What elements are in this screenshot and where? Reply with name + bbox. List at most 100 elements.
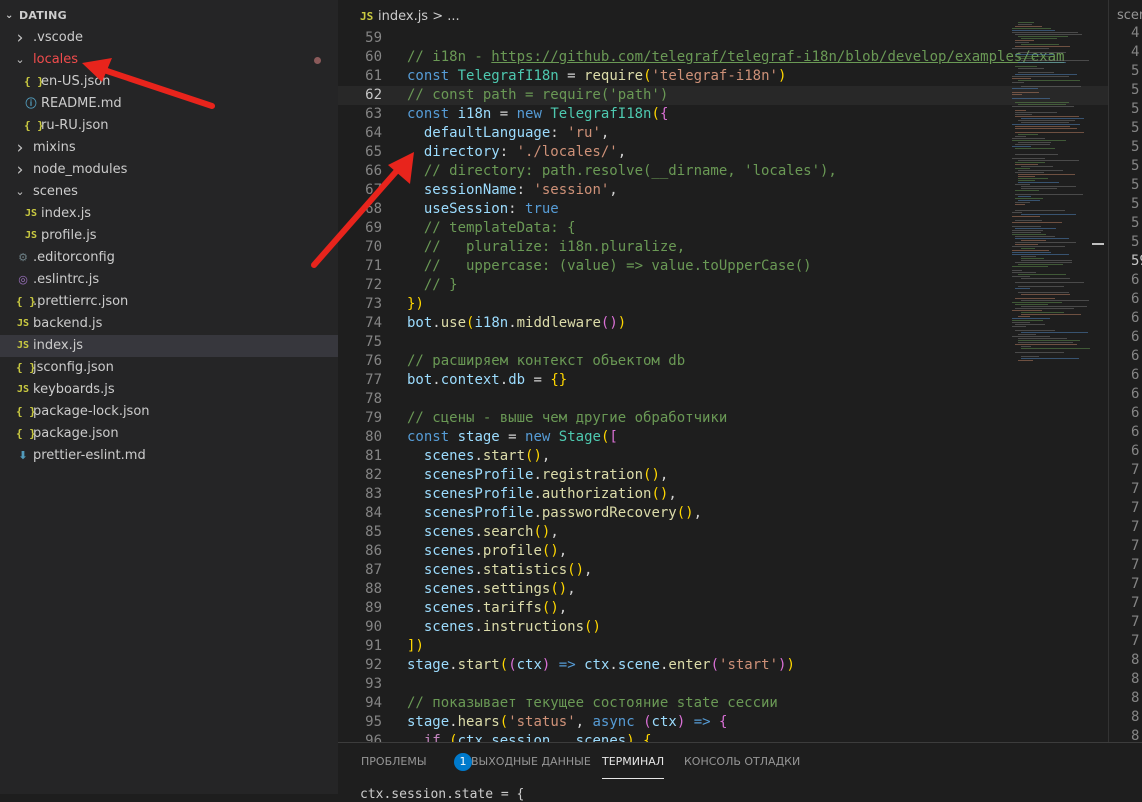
code-text[interactable]: directory: './locales/', xyxy=(407,143,626,162)
code-line[interactable]: 75 xyxy=(338,333,1108,352)
panel-tab[interactable]: КОНСОЛЬ ОТЛАДКИ xyxy=(684,743,800,781)
code-line[interactable]: 86 scenes.profile(), xyxy=(338,542,1108,561)
tree-folder[interactable]: › mixins xyxy=(0,137,338,159)
code-text[interactable]: scenesProfile.authorization(), xyxy=(407,485,677,504)
code-text[interactable]: // templateData: { xyxy=(407,219,576,238)
minimap-scroll-indicator[interactable] xyxy=(1092,243,1104,245)
tree-file[interactable]: { } ru-RU.json xyxy=(0,115,338,137)
code-text[interactable]: // uppercase: (value) => value.toUpperCa… xyxy=(407,257,812,276)
code-text[interactable]: scenes.tariffs(), xyxy=(407,599,567,618)
panel-tab[interactable]: ТЕРМИНАЛ xyxy=(602,743,665,781)
code-text[interactable]: useSession: true xyxy=(407,200,559,219)
code-text[interactable]: ]) xyxy=(407,637,424,656)
code-line[interactable]: 59 xyxy=(338,29,1108,48)
tree-file[interactable]: ⬇ prettier-eslint.md xyxy=(0,445,338,467)
code-line[interactable]: 91]) xyxy=(338,637,1108,656)
code-line[interactable]: 96 if (ctx.session.__scenes) { xyxy=(338,732,1108,742)
code-text[interactable]: const i18n = new TelegrafI18n({ xyxy=(407,105,668,124)
code-text[interactable]: scenes.statistics(), xyxy=(407,561,593,580)
code-line[interactable]: 78 xyxy=(338,390,1108,409)
panel-tab[interactable]: ПРОБЛЕМЫ 1 xyxy=(361,743,472,781)
code-line[interactable]: 66 // directory: path.resolve(__dirname,… xyxy=(338,162,1108,181)
code-line[interactable]: 88 scenes.settings(), xyxy=(338,580,1108,599)
code-line[interactable]: 69 // templateData: { xyxy=(338,219,1108,238)
code-text[interactable]: defaultLanguage: 'ru', xyxy=(407,124,609,143)
code-line[interactable]: 63 const i18n = new TelegrafI18n({ xyxy=(338,105,1108,124)
code-line[interactable]: 85 scenes.search(), xyxy=(338,523,1108,542)
tree-file[interactable]: ⓘ README.md xyxy=(0,93,338,115)
code-text[interactable]: // i18n - https://github.com/telegraf/te… xyxy=(407,48,1064,67)
code-line[interactable]: 80 const stage = new Stage([ xyxy=(338,428,1108,447)
code-line[interactable]: 77 bot.context.db = {} xyxy=(338,371,1108,390)
tree-file[interactable]: { } package-lock.json xyxy=(0,401,338,423)
split-editor-tab[interactable]: scen xyxy=(1117,8,1142,23)
code-line[interactable]: 87 scenes.statistics(), xyxy=(338,561,1108,580)
tree-file[interactable]: { } package.json xyxy=(0,423,338,445)
tree-file[interactable]: JS index.js xyxy=(0,335,338,357)
code-text[interactable]: // directory: path.resolve(__dirname, 'l… xyxy=(407,162,837,181)
code-line[interactable]: 67 sessionName: 'session', xyxy=(338,181,1108,200)
code-text[interactable]: // const path = require('path') xyxy=(407,86,668,105)
code-text[interactable]: // показывает текущее состояние state се… xyxy=(407,694,778,713)
minimap[interactable] xyxy=(1012,22,1092,362)
code-text[interactable]: scenes.start(), xyxy=(407,447,550,466)
tree-folder[interactable]: ⌄ locales xyxy=(0,49,338,71)
code-line[interactable]: 90 scenes.instructions() xyxy=(338,618,1108,637)
code-line[interactable]: 79 // сцены - выше чем другие обработчики xyxy=(338,409,1108,428)
code-text[interactable]: scenesProfile.passwordRecovery(), xyxy=(407,504,702,523)
code-line[interactable]: 60 // i18n - https://github.com/telegraf/… xyxy=(338,48,1108,67)
code-text[interactable]: scenes.search(), xyxy=(407,523,559,542)
tree-folder[interactable]: › node_modules xyxy=(0,159,338,181)
code-line[interactable]: 61 const TelegrafI18n = require('telegraf… xyxy=(338,67,1108,86)
split-editor-pane[interactable]: scen 4 4 5 5 5 5 5 5 5 5 5 5 59 6 6 6 6 6 6 6 6 6 6 7 7 7 7 7 7 7 7 7 7 8… xyxy=(1108,0,1142,742)
code-text[interactable]: stage.start((ctx) => ctx.scene.enter('st… xyxy=(407,656,795,675)
tree-file[interactable]: JS backend.js xyxy=(0,313,338,335)
tree-file[interactable]: JS index.js xyxy=(0,203,338,225)
code-line[interactable]: 83 scenesProfile.authorization(), xyxy=(338,485,1108,504)
panel-tab[interactable]: ВЫХОДНЫЕ ДАННЫЕ xyxy=(471,743,591,781)
code-line[interactable]: 73}) xyxy=(338,295,1108,314)
code-line[interactable]: 74 bot.use(i18n.middleware()) xyxy=(338,314,1108,333)
code-text[interactable]: scenes.instructions() xyxy=(407,618,601,637)
code-line[interactable]: 71 // uppercase: (value) => value.toUppe… xyxy=(338,257,1108,276)
tree-file[interactable]: { } jsconfig.json xyxy=(0,357,338,379)
code-line[interactable]: 76 // расширяем контекст объектом db xyxy=(338,352,1108,371)
tree-file[interactable]: { } en-US.json xyxy=(0,71,338,93)
code-line[interactable]: 94 // показывает текущее состояние state … xyxy=(338,694,1108,713)
terminal-output[interactable]: ctx.session.state = { xyxy=(360,787,524,802)
tree-file[interactable]: ◎ .eslintrc.js xyxy=(0,269,338,291)
code-editor[interactable]: JS index.js > ... 59 60// i18n - https://… xyxy=(338,0,1108,742)
code-text[interactable]: // pluralize: i18n.pluralize, xyxy=(407,238,685,257)
code-line[interactable]: 95 stage.hears('status', async (ctx) => { xyxy=(338,713,1108,732)
code-text[interactable]: scenes.profile(), xyxy=(407,542,567,561)
code-text[interactable]: // } xyxy=(407,276,458,295)
code-text[interactable]: // сцены - выше чем другие обработчики xyxy=(407,409,727,428)
tree-file[interactable]: { } .prettierrc.json xyxy=(0,291,338,313)
code-line[interactable]: 93 xyxy=(338,675,1108,694)
code-text[interactable]: // расширяем контекст объектом db xyxy=(407,352,685,371)
tree-folder[interactable]: ⌄ scenes xyxy=(0,181,338,203)
code-text[interactable]: if (ctx.session.__scenes) { xyxy=(407,732,652,742)
code-line[interactable]: 92 stage.start((ctx) => ctx.scene.enter('… xyxy=(338,656,1108,675)
code-line[interactable]: 70 // pluralize: i18n.pluralize, xyxy=(338,238,1108,257)
code-line[interactable]: 68 useSession: true xyxy=(338,200,1108,219)
code-line[interactable]: 62 // const path = require('path') xyxy=(338,86,1108,105)
code-text[interactable]: scenes.settings(), xyxy=(407,580,576,599)
code-line[interactable]: 89 scenes.tariffs(), xyxy=(338,599,1108,618)
code-text[interactable]: const stage = new Stage([ xyxy=(407,428,618,447)
code-text[interactable]: bot.context.db = {} xyxy=(407,371,567,390)
code-text[interactable]: }) xyxy=(407,295,424,314)
code-text[interactable]: stage.hears('status', async (ctx) => { xyxy=(407,713,727,732)
code-line[interactable]: 65 directory: './locales/', xyxy=(338,143,1108,162)
code-line[interactable]: 72 // } xyxy=(338,276,1108,295)
code-line[interactable]: 64 defaultLanguage: 'ru', xyxy=(338,124,1108,143)
tree-file[interactable]: JS keyboards.js xyxy=(0,379,338,401)
tree-file[interactable]: ⚙ .editorconfig xyxy=(0,247,338,269)
code-text[interactable]: bot.use(i18n.middleware()) xyxy=(407,314,626,333)
code-text[interactable]: sessionName: 'session', xyxy=(407,181,618,200)
code-line[interactable]: 82 scenesProfile.registration(), xyxy=(338,466,1108,485)
tree-file[interactable]: JS profile.js xyxy=(0,225,338,247)
code-text[interactable]: const TelegrafI18n = require('telegraf-i… xyxy=(407,67,786,86)
tree-folder[interactable]: › .vscode xyxy=(0,27,338,49)
code-line[interactable]: 84 scenesProfile.passwordRecovery(), xyxy=(338,504,1108,523)
